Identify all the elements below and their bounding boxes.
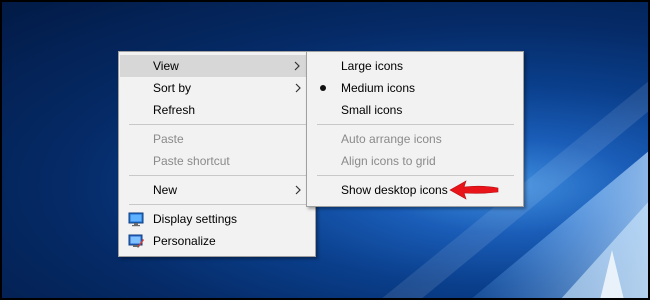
screenshot-border xyxy=(0,0,650,300)
